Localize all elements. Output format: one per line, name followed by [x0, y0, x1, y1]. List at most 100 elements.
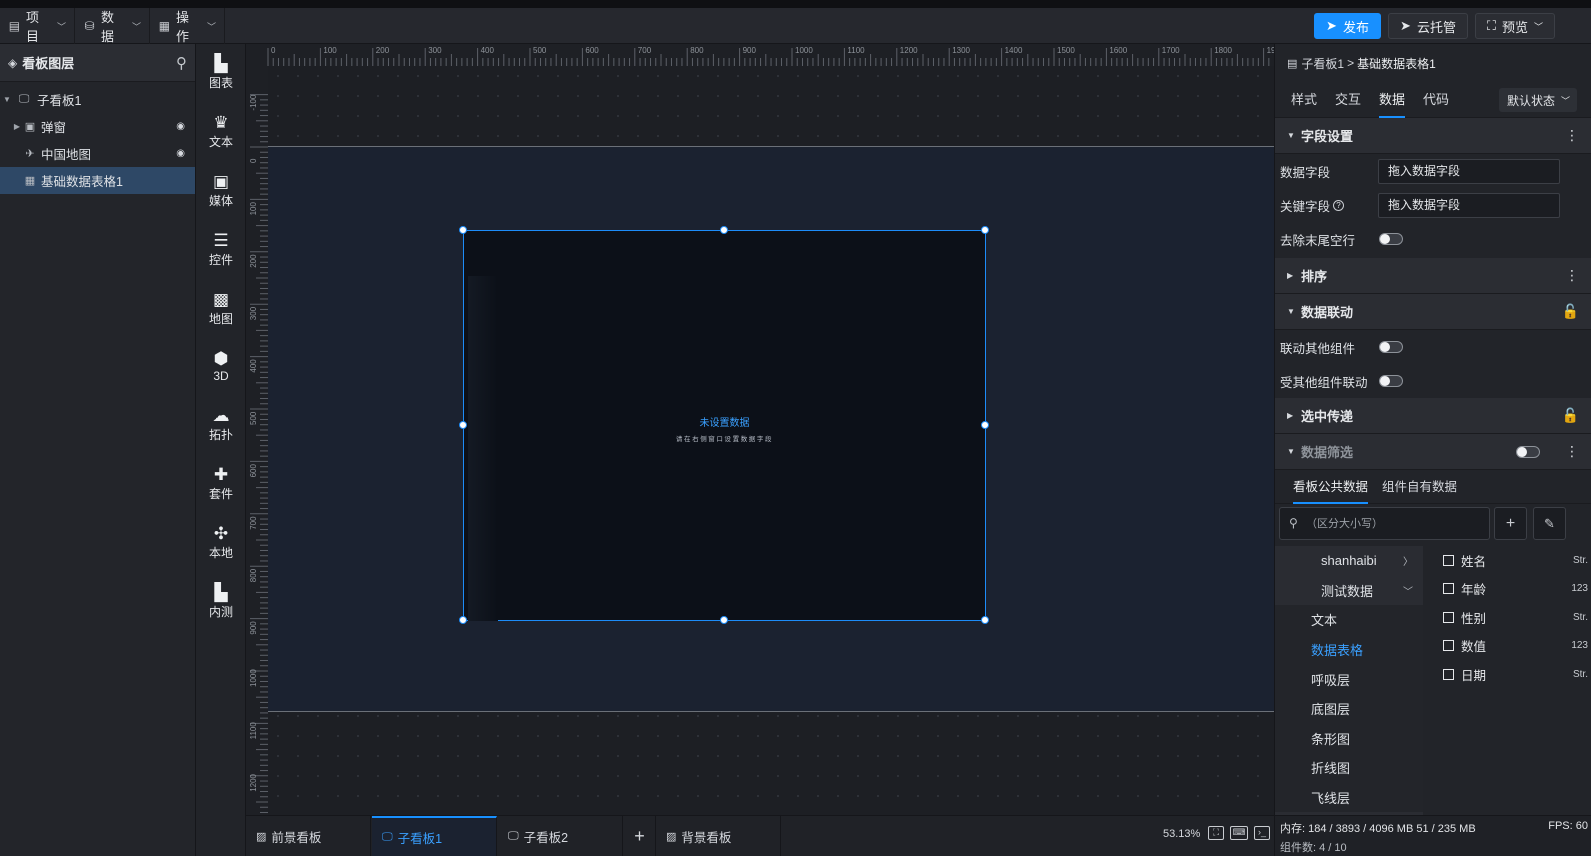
field-item[interactable]: 姓名 Str.	[1435, 546, 1591, 575]
resize-handle-s[interactable]	[720, 616, 728, 624]
resize-handle-ne[interactable]	[981, 226, 989, 234]
component-media[interactable]: ▣ 媒体	[196, 166, 246, 216]
tab-sub-board-1[interactable]: 🖵 子看板1	[372, 816, 497, 856]
layers-icon: ◈	[8, 55, 18, 70]
zoom-level[interactable]: 53.13%	[1163, 828, 1200, 840]
caret-right-icon[interactable]: ▶	[12, 122, 22, 131]
tab-background-board[interactable]: ▨ 背景看板	[656, 816, 781, 856]
field-item[interactable]: 数值 123	[1435, 632, 1591, 661]
breadcrumb-current: 基础数据表格1	[1357, 56, 1436, 71]
layer-item-sub-board[interactable]: ▼ 🖵 子看板1	[0, 86, 195, 113]
field-item[interactable]: 性别 Str.	[1435, 603, 1591, 632]
key-field-drop-input[interactable]: 拖入数据字段	[1378, 192, 1560, 218]
data-table-component[interactable]: 未设置数据 请在右侧窗口设置数据字段	[463, 230, 986, 621]
resize-handle-n[interactable]	[720, 226, 728, 234]
tab-code[interactable]: 代码	[1423, 82, 1449, 118]
cloud-hosting-button[interactable]: ➤ 云托管	[1388, 13, 1468, 39]
component-label: 媒体	[208, 194, 233, 208]
publish-button[interactable]: ➤ 发布	[1314, 13, 1381, 39]
link-other-toggle[interactable]	[1379, 341, 1403, 353]
resize-handle-e[interactable]	[981, 421, 989, 429]
keyboard-icon[interactable]: ⌨	[1230, 826, 1248, 840]
resize-handle-sw[interactable]	[459, 616, 467, 624]
component-map[interactable]: ▩ 地图	[196, 284, 246, 334]
terminal-icon[interactable]: ›_	[1254, 826, 1270, 840]
data-field-drop-input[interactable]: 拖入数据字段	[1378, 158, 1560, 184]
section-data-linkage[interactable]: ▼ 数据联动 🔓	[1275, 294, 1591, 330]
layer-item-popup[interactable]: ▶ ▣ 弹窗 ◉	[0, 113, 195, 140]
checkbox[interactable]	[1443, 554, 1454, 566]
table-item-base-map[interactable]: 底图层	[1275, 693, 1423, 724]
fit-screen-icon[interactable]: ⛶	[1208, 826, 1224, 840]
table-item-bar-chart[interactable]: 条形图	[1275, 723, 1423, 754]
table-item-text[interactable]: 文本	[1275, 605, 1423, 635]
fps-status: FPS: 60	[1548, 820, 1588, 832]
table-item-data-table[interactable]: 数据表格	[1275, 634, 1423, 665]
tab-public-data[interactable]: 看板公共数据	[1293, 470, 1369, 504]
table-item-line-chart[interactable]: 折线图	[1275, 753, 1423, 783]
lock-icon[interactable]: 🔓	[1562, 303, 1579, 320]
edit-data-button[interactable]: ✎	[1533, 507, 1566, 540]
component-suite[interactable]: ✚ 套件	[196, 459, 246, 509]
source-item-test-data[interactable]: 测试数据 ﹀	[1275, 576, 1423, 606]
layer-item-china-map[interactable]: ✈ 中国地图 ◉	[0, 140, 195, 167]
section-sort[interactable]: ▶ 排序 ⋮	[1275, 258, 1591, 294]
resize-handle-w[interactable]	[459, 421, 467, 429]
row-linked-by: 受其他组件联动	[1275, 364, 1591, 398]
checkbox[interactable]	[1443, 583, 1454, 595]
help-icon[interactable]: ?	[1333, 199, 1345, 211]
field-item[interactable]: 日期 Str.	[1435, 660, 1591, 689]
search-icon[interactable]: ⚲	[176, 54, 187, 72]
component-beta[interactable]: ▙ 内测	[196, 577, 246, 627]
checkbox[interactable]	[1443, 640, 1454, 652]
section-data-filter[interactable]: ▼ 数据筛选 ⋮	[1275, 434, 1591, 470]
layer-item-data-table[interactable]: ▦ 基础数据表格1	[0, 167, 195, 194]
eye-icon[interactable]: ◉	[176, 121, 185, 132]
menu-data[interactable]: ⛁ 数据 ﹀	[75, 8, 150, 44]
add-data-button[interactable]: +	[1494, 507, 1527, 540]
data-search[interactable]: ⚲	[1279, 507, 1490, 540]
checkbox[interactable]	[1443, 668, 1454, 680]
tab-sub-board-2[interactable]: 🖵 子看板2	[498, 816, 623, 856]
tab-interaction[interactable]: 交互	[1335, 82, 1361, 118]
lock-icon[interactable]: 🔓	[1562, 407, 1579, 424]
section-field-settings[interactable]: ▼ 字段设置 ⋮	[1275, 118, 1591, 154]
table-item-breathing[interactable]: 呼吸层	[1275, 664, 1423, 694]
component-topology[interactable]: ☁ 拓扑	[196, 400, 246, 450]
tab-foreground-board[interactable]: ▨ 前景看板	[246, 816, 371, 856]
checkbox[interactable]	[1443, 611, 1454, 623]
add-board-button[interactable]: +	[624, 816, 656, 856]
more-icon[interactable]: ⋮	[1565, 267, 1579, 284]
tab-style[interactable]: 样式	[1291, 82, 1317, 118]
linked-by-toggle[interactable]	[1379, 375, 1403, 387]
data-search-input[interactable]	[1306, 514, 1486, 534]
data-filter-toggle[interactable]	[1516, 445, 1540, 458]
resize-handle-nw[interactable]	[459, 226, 467, 234]
section-selection-pass[interactable]: ▶ 选中传递 🔓	[1275, 398, 1591, 434]
component-text[interactable]: ♛ 文本	[196, 107, 246, 157]
caret-down-icon[interactable]: ▼	[2, 95, 12, 104]
component-control[interactable]: ☰ 控件	[196, 225, 246, 275]
trim-empty-toggle[interactable]	[1379, 233, 1403, 245]
menu-project[interactable]: ▤ 项目 ﹀	[0, 8, 75, 44]
component-3d[interactable]: ⬢ 3D	[196, 341, 246, 391]
top-toolbar: ▤ 项目 ﹀ ⛁ 数据 ﹀ ▦ 操作 ﹀ ➤ 发布 ➤ 云托管 ⛶ 预览 ﹀	[0, 8, 1591, 44]
component-local[interactable]: ✣ 本地	[196, 518, 246, 568]
tab-data[interactable]: 数据	[1379, 82, 1406, 118]
eye-icon[interactable]: ◉	[176, 148, 185, 159]
tab-own-data[interactable]: 组件自有数据	[1382, 470, 1457, 504]
more-icon[interactable]: ⋮	[1565, 127, 1579, 144]
field-item[interactable]: 年龄 123	[1435, 575, 1591, 604]
ruler-horizontal[interactable]: 0 100 200 300 400 500 600 700 800 900 1000 1100 1200…	[246, 44, 1274, 66]
menu-operation[interactable]: ▦ 操作 ﹀	[150, 8, 225, 44]
component-chart[interactable]: ▙ 图表	[196, 48, 246, 98]
preview-button[interactable]: ⛶ 预览 ﹀	[1475, 13, 1555, 39]
source-item-shanhaibi[interactable]: shanhaibi 〉	[1275, 546, 1423, 576]
table-item-flyline[interactable]: 飞线层	[1275, 782, 1423, 813]
ruler-vertical[interactable]: -100 0 100 200 300 400 500 600 700 800 900 1000 1100…	[246, 66, 268, 815]
breadcrumb-parent[interactable]: 子看板1	[1301, 55, 1344, 72]
resize-handle-se[interactable]	[981, 616, 989, 624]
more-icon[interactable]: ⋮	[1565, 443, 1579, 460]
ruler-horizontal-svg: 0 100 200 300 400 500 600 700 800 900 1000 1100 1200…	[267, 46, 1274, 66]
state-select[interactable]: 默认状态 ﹀	[1499, 88, 1577, 112]
